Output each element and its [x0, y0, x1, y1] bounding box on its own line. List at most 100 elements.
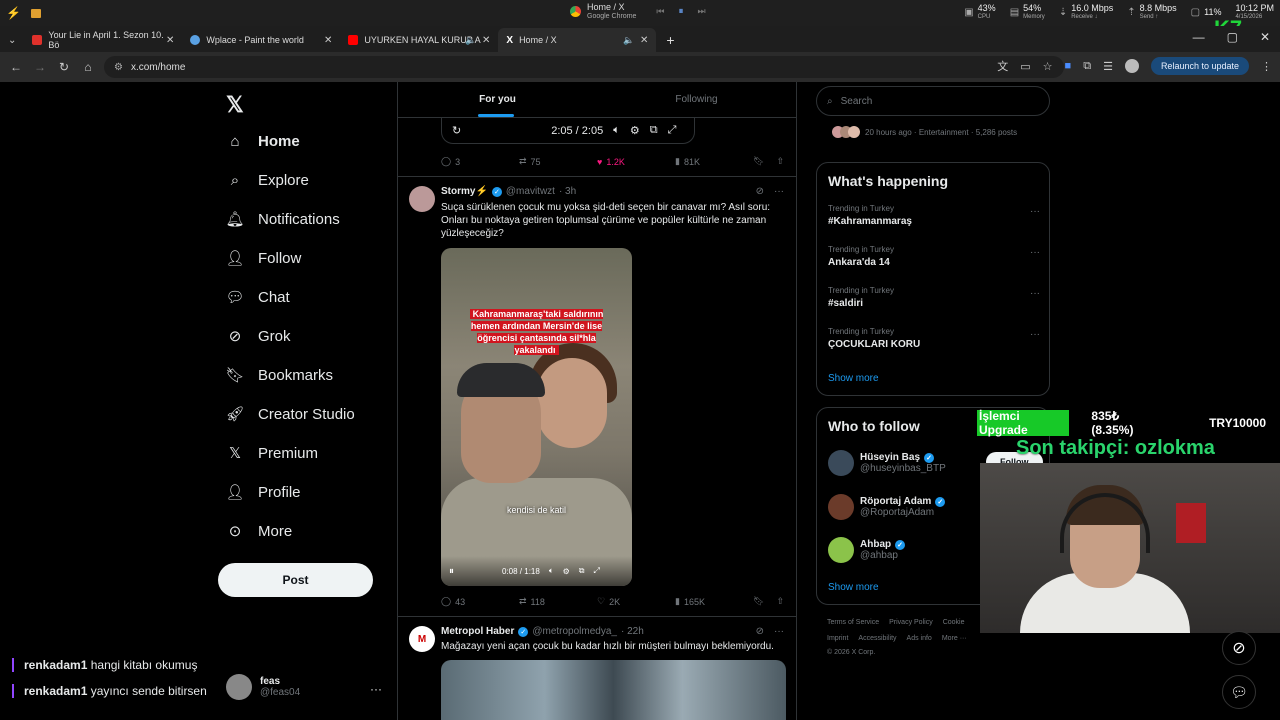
puzzle-icon[interactable]: ⧉	[1083, 60, 1091, 73]
nav-home[interactable]: ⌂ Home	[226, 132, 299, 150]
show-more-link[interactable]: Show more	[828, 582, 879, 593]
follow-suggestion[interactable]: Ahbap ✓ @ahbap	[828, 537, 906, 563]
pip-icon[interactable]: ⧉	[579, 566, 585, 576]
repost-button[interactable]: ⇄ 118	[519, 596, 597, 607]
folder-icon[interactable]	[30, 8, 41, 18]
avatar[interactable]	[409, 186, 435, 212]
browser-tab[interactable]: UYURKEN HAYAL KURUP A 🔈 ✕	[340, 28, 498, 52]
grok-icon[interactable]: ⊘	[756, 626, 764, 637]
maximize-icon[interactable]: ▢	[1227, 30, 1238, 44]
more-icon[interactable]: ···	[774, 626, 784, 637]
tweet-video[interactable]	[441, 660, 786, 720]
bookmark-icon[interactable]: 🔖︎	[753, 156, 764, 167]
more-icon[interactable]: ···	[1030, 329, 1040, 340]
nav-notifications[interactable]: 🔔︎ Notifications	[225, 210, 339, 229]
relaunch-button[interactable]: Relaunch to update	[1150, 57, 1249, 75]
bookmark-icon[interactable]: 🔖︎	[753, 596, 764, 607]
follow-suggestion[interactable]: Hüseyin Baş ✓ @huseyinbas_BTP	[828, 450, 946, 476]
fullscreen-icon[interactable]: ⤢	[594, 566, 600, 576]
reply-button[interactable]: ◯ 43	[441, 596, 519, 607]
audio-icon[interactable]: 🔈	[465, 35, 476, 46]
grok-icon[interactable]: ⊘	[756, 186, 764, 197]
tab-for-you[interactable]: For you	[398, 82, 597, 117]
follow-suggestion[interactable]: Röportaj Adam ✓ @RoportajAdam	[828, 494, 946, 520]
replay-icon[interactable]: ↻	[452, 124, 461, 137]
translate-icon[interactable]: 文	[997, 58, 1008, 74]
tab-search-icon[interactable]: ⌄	[0, 35, 24, 52]
pip-icon[interactable]: ⧉	[650, 124, 658, 137]
close-icon[interactable]: ✕	[324, 35, 332, 46]
avatar	[226, 674, 252, 700]
settings-icon[interactable]: ⚙	[630, 124, 640, 137]
fullscreen-icon[interactable]: ⤢	[668, 124, 677, 137]
pause-icon[interactable]: ⏸	[449, 566, 454, 577]
account-switcher[interactable]: feas @feas04	[226, 674, 300, 700]
extension-icon[interactable]: ■	[1065, 60, 1072, 72]
verified-icon: ✓	[935, 496, 946, 507]
views-button[interactable]: ▮ 165K	[675, 596, 753, 607]
nav-more[interactable]: ⊙ More	[226, 522, 292, 541]
avatar[interactable]: M	[409, 626, 435, 652]
nav-grok[interactable]: ⊘ Grok	[226, 327, 291, 346]
tab-following[interactable]: Following	[597, 82, 796, 117]
trend-item[interactable]: Trending in Turkey Ankara'da 14 ···	[828, 245, 1040, 268]
more-icon[interactable]: ···	[774, 186, 784, 197]
volume-icon[interactable]: 🔈︎	[613, 124, 620, 137]
profile-avatar[interactable]	[1124, 59, 1139, 73]
share-icon[interactable]: ⇧	[776, 596, 784, 607]
post-button[interactable]: Post	[218, 563, 373, 597]
settings-icon[interactable]: ⚙	[563, 567, 570, 576]
volume-icon[interactable]: 🔈︎	[549, 566, 554, 576]
like-button[interactable]: ♡ 2K	[597, 596, 675, 607]
nav-bookmarks[interactable]: 🔖︎ Bookmarks	[225, 366, 333, 385]
app-icon[interactable]: ⚡	[6, 6, 21, 20]
browser-tab[interactable]: Your Lie in April 1. Sezon 10. Bö ✕	[24, 28, 182, 52]
messages-fab-icon[interactable]: 💬︎	[1222, 675, 1256, 709]
close-icon[interactable]: ✕	[482, 35, 490, 46]
tweet-video[interactable]: Kahramanmaraş'taki saldırının hemen ardı…	[441, 248, 632, 586]
reply-button[interactable]: ◯ 3	[441, 156, 519, 167]
audio-icon[interactable]: 🔈	[623, 35, 634, 46]
like-button[interactable]: ♥ 1.2K	[597, 157, 675, 167]
pause-media-icon[interactable]: ⏸	[679, 6, 684, 17]
account-more-icon[interactable]: ···	[370, 682, 382, 696]
forward-icon[interactable]: →	[28, 60, 52, 74]
reload-icon[interactable]: ↻	[52, 60, 76, 74]
reading-list-icon[interactable]: ☰	[1103, 60, 1113, 73]
nav-creator-studio[interactable]: 🚀︎ Creator Studio	[225, 405, 354, 424]
nav-follow[interactable]: 👤︎ Follow	[225, 249, 301, 268]
close-window-icon[interactable]: ✕	[1260, 30, 1270, 44]
browser-tab-active[interactable]: X Home / X 🔈 ✕	[498, 28, 657, 52]
browser-tab[interactable]: Wplace - Paint the world ✕	[182, 28, 340, 52]
trend-item[interactable]: Trending in Turkey #Kahramanmaraş ···	[828, 204, 1040, 227]
nav-profile[interactable]: 👤︎ Profile	[225, 483, 300, 502]
prev-media-icon[interactable]: ⏮	[656, 6, 664, 17]
cast-icon[interactable]: ▭	[1020, 60, 1030, 73]
views-button[interactable]: ▮ 81K	[675, 156, 753, 167]
trend-item[interactable]: Trending in Turkey #saldiri ···	[828, 286, 1040, 309]
repost-button[interactable]: ⇄ 75	[519, 156, 597, 167]
address-bar[interactable]: ⚙ x.com/home	[104, 56, 1064, 78]
back-icon[interactable]: ←	[4, 60, 28, 74]
trend-item[interactable]: Trending in Turkey ÇOCUKLARI KORU ···	[828, 327, 1040, 350]
more-icon[interactable]: ···	[1030, 206, 1040, 217]
site-info-icon[interactable]: ⚙	[114, 62, 123, 73]
more-icon[interactable]: ···	[1030, 288, 1040, 299]
nav-chat[interactable]: 💬︎ Chat	[225, 288, 289, 307]
close-icon[interactable]: ✕	[640, 35, 648, 46]
bookmark-star-icon[interactable]: ☆	[1043, 60, 1053, 73]
menu-icon[interactable]: ⋮	[1261, 60, 1272, 73]
close-icon[interactable]: ✕	[166, 35, 174, 46]
search-input[interactable]: ⌕ Search	[816, 86, 1050, 116]
share-icon[interactable]: ⇧	[776, 156, 784, 167]
more-icon[interactable]: ···	[1030, 247, 1040, 258]
minimize-icon[interactable]: —	[1193, 30, 1205, 44]
nav-explore[interactable]: ⌕ Explore	[226, 171, 309, 189]
new-tab-icon[interactable]: +	[656, 32, 684, 52]
x-logo-icon[interactable]: 𝕏	[226, 92, 244, 118]
nav-premium[interactable]: 𝕏 Premium	[226, 444, 318, 463]
show-more-link[interactable]: Show more	[828, 373, 879, 384]
grok-fab-icon[interactable]: ⊘	[1222, 631, 1256, 665]
home-icon[interactable]: ⌂	[76, 60, 100, 74]
next-media-icon[interactable]: ⏭	[698, 6, 706, 17]
